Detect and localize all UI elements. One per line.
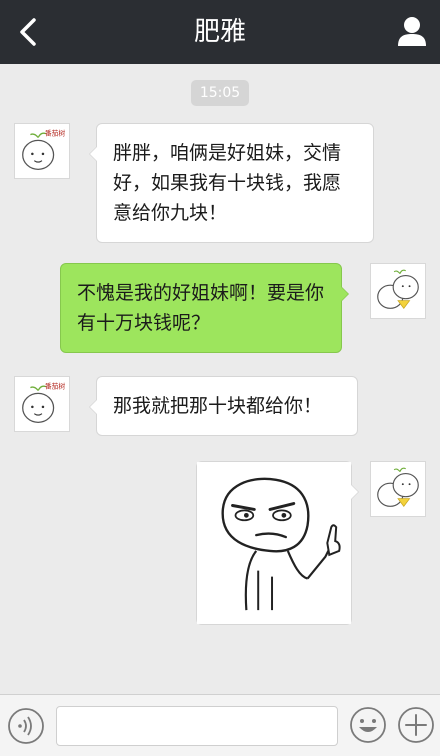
my-avatar[interactable] [370,263,426,319]
friend-avatar[interactable]: 番茄树 [14,376,70,432]
chat-area[interactable]: 15:05 番茄树 胖胖，咱俩是好姐妹，交情好，如果我有十块钱，我愿意给你九块！… [0,64,440,694]
voice-button[interactable] [6,706,46,746]
my-avatar-image [371,462,425,516]
emoji-button[interactable] [348,705,388,745]
image-message-bubble[interactable] [196,461,359,625]
input-bar [0,694,440,756]
message-bubble-incoming[interactable]: 那我就把那十块都给你！ [89,376,358,436]
person-icon [398,17,426,46]
message-bubble-outgoing[interactable]: 不愧是我的好姐妹啊！要是你有十万块钱呢？ [60,263,349,353]
emoji-icon [350,707,386,743]
friend-avatar[interactable]: 番茄树 [14,123,70,179]
plus-icon [398,707,434,743]
voice-icon [8,708,44,744]
message-text: 那我就把那十块都给你！ [113,395,323,417]
avatar-caption: 番茄树 [45,129,66,138]
message-input[interactable] [56,706,338,746]
message-bubble-incoming[interactable]: 胖胖，咱俩是好姐妹，交情好，如果我有十块钱，我愿意给你九块！ [89,123,374,243]
message-text: 胖胖，咱俩是好姐妹，交情好，如果我有十块钱，我愿意给你九块！ [113,142,342,224]
my-avatar[interactable] [370,461,426,517]
timestamp: 15:05 [191,80,249,106]
my-avatar-image [371,264,425,318]
avatar-caption: 番茄树 [45,382,66,391]
chat-title: 肥雅 [193,17,246,47]
header-bar: 肥雅 [0,0,440,64]
rage-face-sticker [197,462,351,624]
friend-avatar-image: 番茄树 [15,377,69,431]
message-text: 不愧是我的好姐妹啊！要是你有十万块钱呢？ [77,282,325,334]
more-button[interactable] [396,705,436,745]
profile-button[interactable] [392,12,432,52]
friend-avatar-image: 番茄树 [15,124,69,178]
